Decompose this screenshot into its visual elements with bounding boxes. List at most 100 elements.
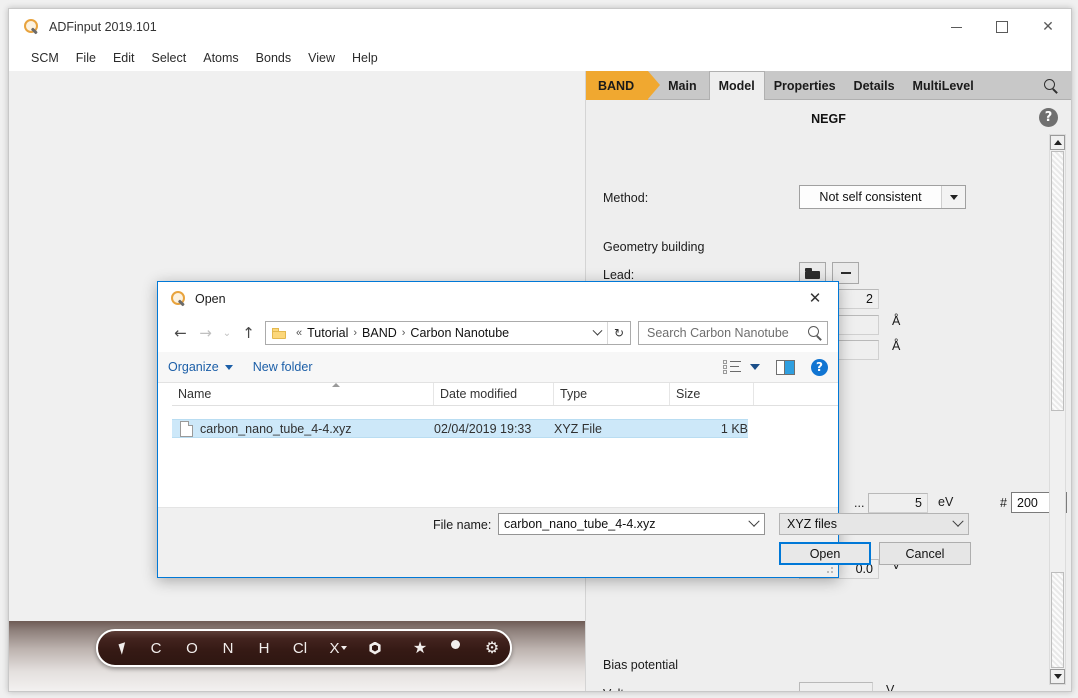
menu-item-bonds[interactable]: Bonds (248, 48, 299, 68)
element-button-h[interactable]: H (246, 631, 282, 665)
arrow-right-icon: → (199, 324, 212, 342)
menu-item-view[interactable]: View (300, 48, 343, 68)
window-controls: ✕ (933, 9, 1071, 45)
breadcrumb-dropdown-button[interactable] (587, 330, 607, 337)
file-date-cell: 02/04/2019 19:33 (434, 422, 554, 436)
search-icon (1044, 79, 1059, 94)
nav-history-button[interactable]: ⌄ (218, 320, 236, 346)
new-folder-button[interactable]: New folder (243, 352, 323, 382)
menu-bar: SCM File Edit Select Atoms Bonds View He… (9, 45, 1071, 71)
refresh-button[interactable]: ↻ (607, 322, 630, 344)
column-header-date[interactable]: Date modified (434, 383, 554, 405)
file-list[interactable]: Name Date modified Type Size carbon_nano… (172, 383, 838, 508)
breadcrumb-item-band[interactable]: BAND (362, 326, 397, 340)
dialog-navigation-bar: ← → ⌄ ↑ « Tutorial › BAND › Carbon Nanot… (158, 314, 838, 352)
element-picker-label: X (329, 640, 339, 657)
energy-range-input[interactable]: 5 (868, 493, 928, 513)
chevron-down-icon: ⌄ (223, 328, 231, 339)
dialog-search-box[interactable]: Search Carbon Nanotube (638, 321, 828, 345)
maximize-icon (996, 21, 1008, 33)
open-button[interactable]: Open (779, 542, 871, 565)
organize-button[interactable]: Organize (158, 352, 243, 382)
folder-icon (805, 268, 820, 279)
menu-item-scm[interactable]: SCM (23, 48, 67, 68)
title-bar: ADFinput 2019.101 ✕ (9, 9, 1071, 45)
nav-forward-button[interactable]: → (193, 320, 218, 346)
tab-multilevel[interactable]: MultiLevel (904, 71, 983, 100)
title-bar-left: ADFinput 2019.101 (23, 18, 157, 35)
panel-scrollbar[interactable] (1049, 134, 1066, 685)
view-options-chevron-icon[interactable] (750, 364, 760, 370)
nav-back-button[interactable]: ← (168, 320, 193, 346)
help-icon[interactable]: ? (811, 359, 828, 376)
magnet-tool-button[interactable] (438, 631, 474, 665)
nav-up-button[interactable]: ↑ (236, 320, 261, 346)
dialog-resize-grip[interactable] (825, 565, 835, 575)
benzene-ring-icon (369, 642, 382, 655)
panel-help-button[interactable]: ? (1039, 108, 1058, 127)
tab-model[interactable]: Model (709, 71, 765, 100)
benzene-ring-button[interactable] (358, 631, 392, 665)
menu-item-atoms[interactable]: Atoms (195, 48, 246, 68)
scrollbar-thumb[interactable] (1051, 572, 1064, 668)
column-header-type[interactable]: Type (554, 383, 670, 405)
chevron-down-icon[interactable] (941, 186, 965, 208)
dialog-title: Open (195, 292, 226, 306)
column-header-name[interactable]: Name (172, 383, 434, 405)
atom-toolbar-strip: C O N H Cl X ★ ⚙ (9, 621, 585, 691)
tab-details[interactable]: Details (845, 71, 904, 100)
method-select[interactable]: Not self consistent (799, 185, 966, 209)
breadcrumb-item-carbon-nanotube[interactable]: Carbon Nanotube (410, 326, 509, 340)
scroll-down-button[interactable] (1050, 669, 1065, 684)
search-placeholder: Search Carbon Nanotube (639, 326, 803, 340)
scroll-up-button[interactable] (1050, 135, 1065, 150)
filetype-select[interactable]: XYZ files (779, 513, 969, 535)
table-row[interactable]: carbon_nano_tube_4-4.xyz 02/04/2019 19:3… (172, 419, 748, 438)
atom-toolbar: C O N H Cl X ★ ⚙ (96, 629, 512, 667)
breadcrumb-bar[interactable]: « Tutorial › BAND › Carbon Nanotube ↻ (265, 321, 631, 345)
dialog-footer: File name: carbon_nano_tube_4-4.xyz XYZ … (158, 507, 838, 577)
element-button-cl[interactable]: Cl (282, 631, 318, 665)
breadcrumb-item-tutorial[interactable]: Tutorial (307, 326, 348, 340)
list-view-icon[interactable] (723, 359, 743, 375)
voltage-input[interactable] (799, 682, 873, 691)
right-lead-offset-unit: Å (892, 339, 900, 353)
voltage-label: Voltage: (603, 687, 648, 691)
new-folder-label: New folder (253, 360, 313, 374)
file-size-cell: 1 KB (670, 422, 748, 436)
preview-pane-icon[interactable] (776, 360, 795, 375)
tab-properties[interactable]: Properties (765, 71, 845, 100)
breadcrumb-prefix: « (296, 327, 302, 339)
close-button[interactable]: ✕ (1025, 9, 1071, 45)
filename-dropdown-button[interactable] (744, 514, 764, 534)
scrollbar-thumb-upper[interactable] (1051, 151, 1064, 411)
column-header-size[interactable]: Size (670, 383, 754, 405)
element-button-o[interactable]: O (174, 631, 210, 665)
filename-input[interactable]: carbon_nano_tube_4-4.xyz (498, 513, 765, 535)
element-picker-button[interactable]: X (318, 631, 358, 665)
dialog-title-left: Open (170, 290, 226, 307)
cancel-button[interactable]: Cancel (879, 542, 971, 565)
dialog-close-button[interactable]: ✕ (794, 284, 836, 312)
element-button-n[interactable]: N (210, 631, 246, 665)
chevron-down-icon (341, 646, 347, 650)
filetype-dropdown-button[interactable] (948, 514, 968, 534)
menu-item-help[interactable]: Help (344, 48, 386, 68)
filename-value: carbon_nano_tube_4-4.xyz (504, 517, 656, 531)
menu-item-edit[interactable]: Edit (105, 48, 143, 68)
settings-tool-button[interactable]: ⚙ (474, 631, 510, 665)
cursor-tool-button[interactable] (108, 631, 138, 665)
maximize-button[interactable] (979, 9, 1025, 45)
panel-search-button[interactable] (1040, 75, 1062, 97)
minimize-button[interactable] (933, 9, 979, 45)
section-title-negf: NEGF (586, 112, 1071, 126)
tab-main[interactable]: Main (648, 71, 708, 100)
element-button-c[interactable]: C (138, 631, 174, 665)
magnifier-icon (23, 18, 40, 35)
star-tool-button[interactable]: ★ (402, 631, 438, 665)
voltage-unit-label: V (886, 683, 894, 691)
breadcrumb-separator: › (402, 327, 406, 339)
menu-item-select[interactable]: Select (143, 48, 194, 68)
file-name-cell[interactable]: carbon_nano_tube_4-4.xyz (172, 421, 434, 437)
menu-item-file[interactable]: File (68, 48, 104, 68)
